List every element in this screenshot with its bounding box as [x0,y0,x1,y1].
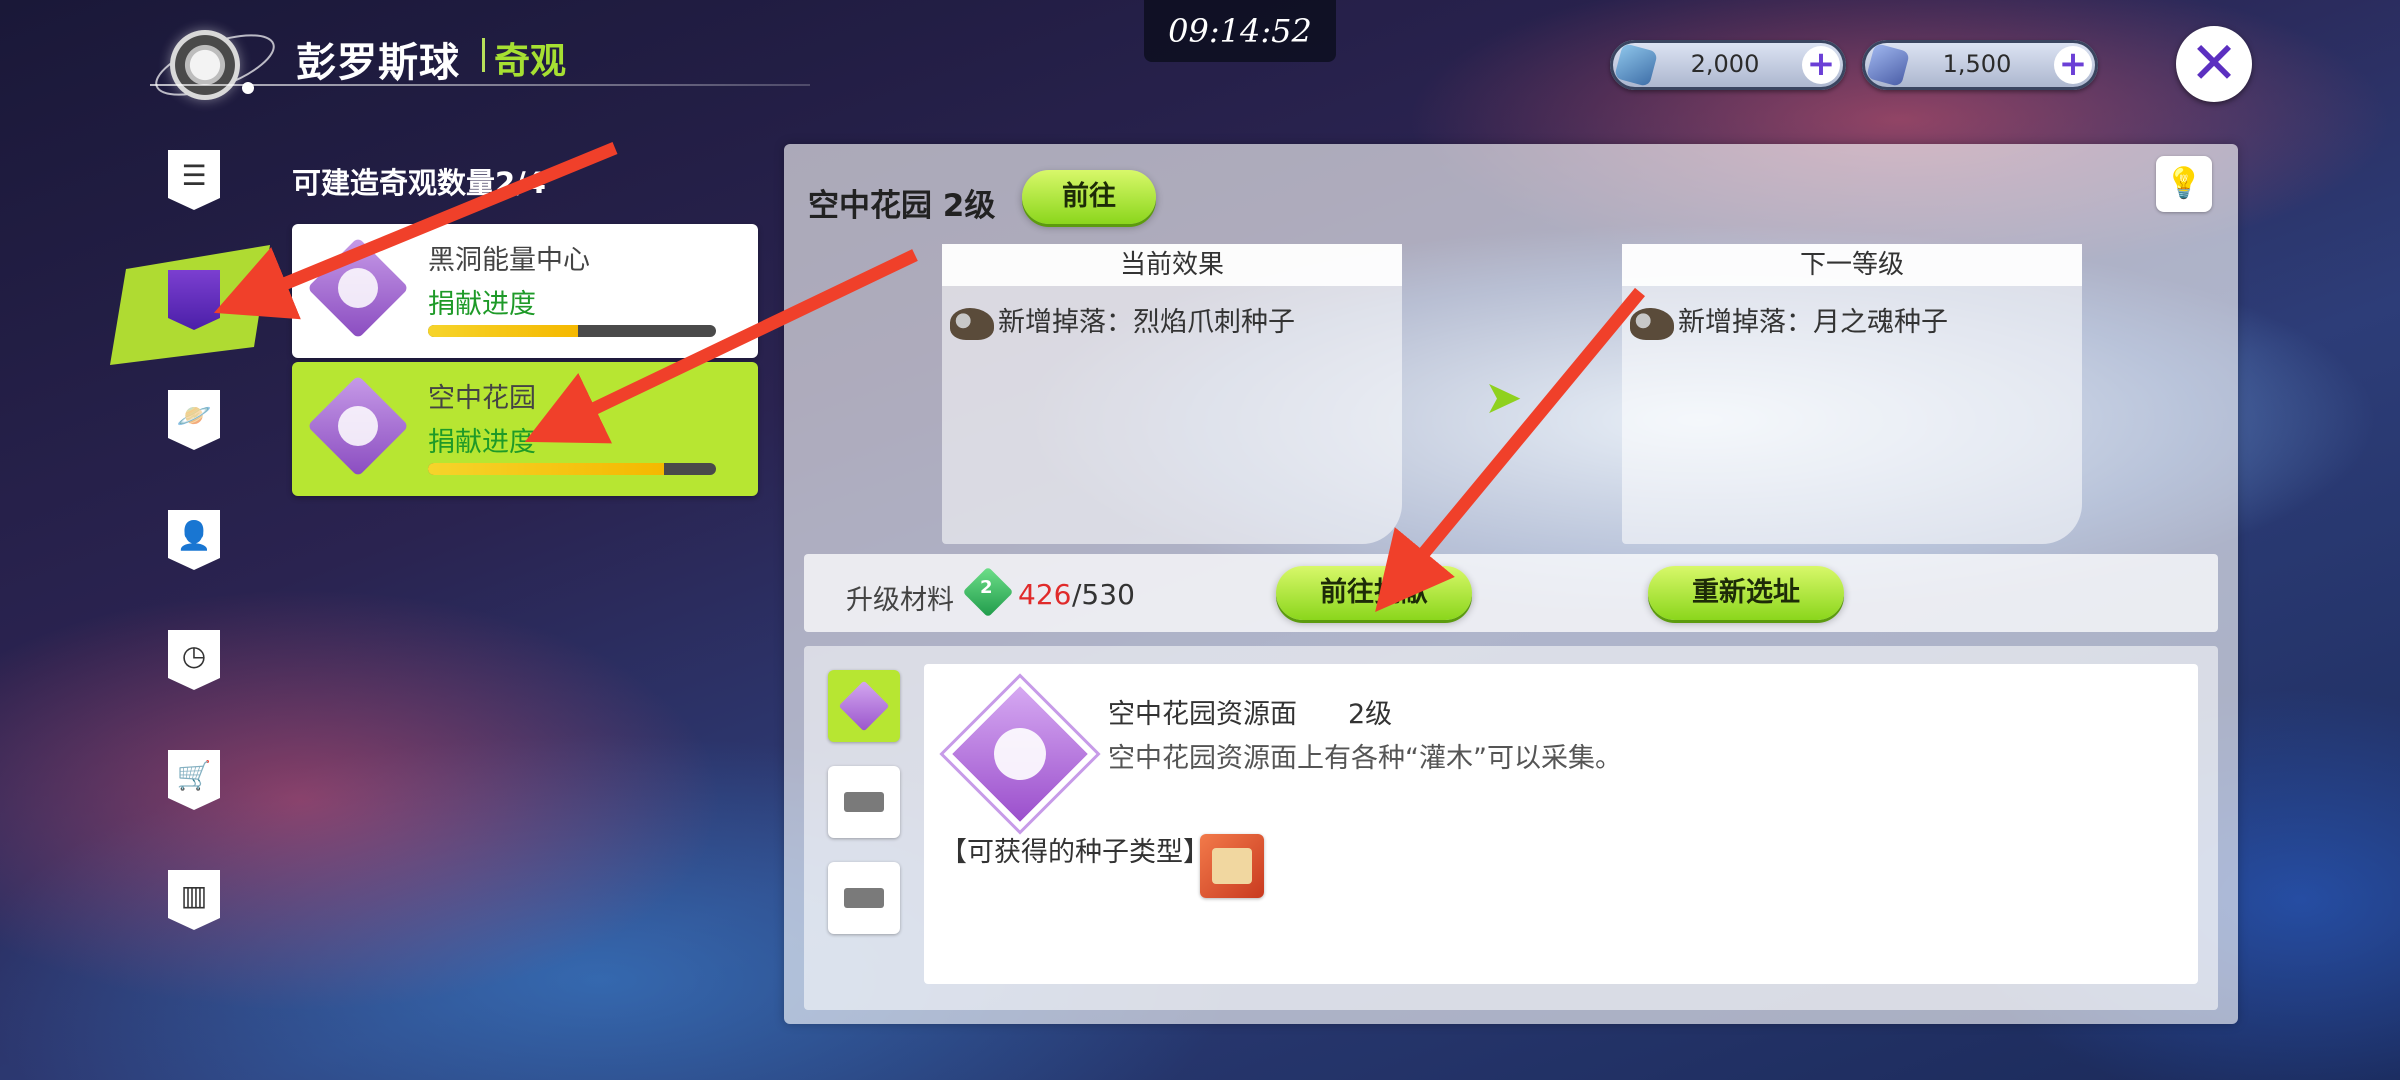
material-need: /530 [1072,578,1135,611]
guild-emblem-icon [170,30,240,100]
emblem-center [338,406,378,446]
donate-button[interactable]: 前往捐献 [1276,566,1472,620]
seed-type-label: 【可获得的种子类型】 [940,837,1210,868]
mole-icon [950,307,994,340]
next-level-header: 下一等级 [1622,244,2082,286]
material-have: 426 [1018,578,1072,611]
sidebar-chart-icon[interactable]: ▥ [168,870,220,930]
star-crystal-icon [1865,42,1911,88]
tab-resource-2[interactable] [828,862,900,934]
page-title: 彭罗斯球 [296,40,460,86]
wonder-card-black-hole[interactable]: 黑洞能量中心 捐献进度 [292,224,758,358]
next-level-text: 新增掉落：月之魂种子 [1678,307,1948,338]
material-gem-badge: 2 [980,577,993,598]
resource-name: 空中花园资源面 [1108,699,1297,730]
donate-progress-bar [428,325,716,337]
crystal-icon [1613,42,1659,88]
add-star-crystal-button[interactable]: + [2054,46,2092,84]
material-label: 升级材料 [846,585,954,616]
add-crystal-button[interactable]: + [1802,46,1840,84]
current-effect-box: 当前效果 新增掉落：烈焰爪刺种子 [942,244,1402,544]
clock: 09:14:52 [1144,0,1336,62]
current-effect-item: 新增掉落：烈焰爪刺种子 [950,300,1295,340]
tab-sky-garden[interactable] [828,670,900,742]
sidebar-wonder-icon[interactable] [168,270,220,330]
donate-progress-label: 捐献进度 [428,427,536,458]
next-arrow-icon: ➤ [1484,370,1523,424]
sidebar-cart-icon[interactable]: 🛒 [168,750,220,810]
currency-star: 1,500 + [1862,40,2098,90]
wonder-count-label: 可建造奇观数量2/4 [292,166,546,200]
sidebar-person-icon[interactable]: 👤 [168,510,220,570]
next-level-box: 下一等级 新增掉落：月之魂种子 [1622,244,2082,544]
next-level-item: 新增掉落：月之魂种子 [1630,300,1948,340]
platform-icon [844,792,884,812]
page-subtitle: 奇观 [494,41,567,82]
donate-progress-label: 捐献进度 [428,289,536,320]
currency-crystal-value: 2,000 [1690,50,1760,78]
sky-garden-tab-icon [838,680,890,732]
platform-icon [844,888,884,908]
mole-icon [1630,307,1674,340]
current-effect-text: 新增掉落：烈焰爪刺种子 [998,307,1295,338]
relocate-button[interactable]: 重新选址 [1648,566,1844,620]
currency-crystal: 2,000 + [1610,40,1846,90]
sidebar-clock-icon[interactable]: ◷ [168,630,220,690]
lightbulb-icon[interactable]: 💡 [2156,156,2212,212]
wonder-name: 黑洞能量中心 [428,245,590,276]
donate-progress-bar [428,463,716,475]
title-divider [482,38,485,72]
resource-level: 2级 [1348,699,1393,730]
progress-fill [428,463,665,475]
emblem-center [338,268,378,308]
tab-resource-1[interactable] [828,766,900,838]
wonder-name: 空中花园 [428,383,536,414]
wonder-title: 空中花园 2级 [808,188,996,224]
sidebar-planet-icon[interactable]: 🪐 [168,390,220,450]
sidebar-list-icon[interactable]: ☰ [168,150,220,210]
wonder-card-sky-garden[interactable]: 空中花园 捐献进度 [292,362,758,496]
upgrade-material-bar [804,554,2218,632]
progress-fill [428,325,578,337]
current-effect-header: 当前效果 [942,244,1402,286]
seed-scroll-icon [1212,848,1252,884]
resource-description: 空中花园资源面上有各种“灌木”可以采集。 [1108,743,1622,774]
currency-star-value: 1,500 [1942,50,2012,78]
header-underline [150,84,810,86]
close-button[interactable]: ✕ [2176,26,2252,102]
emblem-center [994,728,1046,780]
goto-button[interactable]: 前往 [1022,170,1156,224]
